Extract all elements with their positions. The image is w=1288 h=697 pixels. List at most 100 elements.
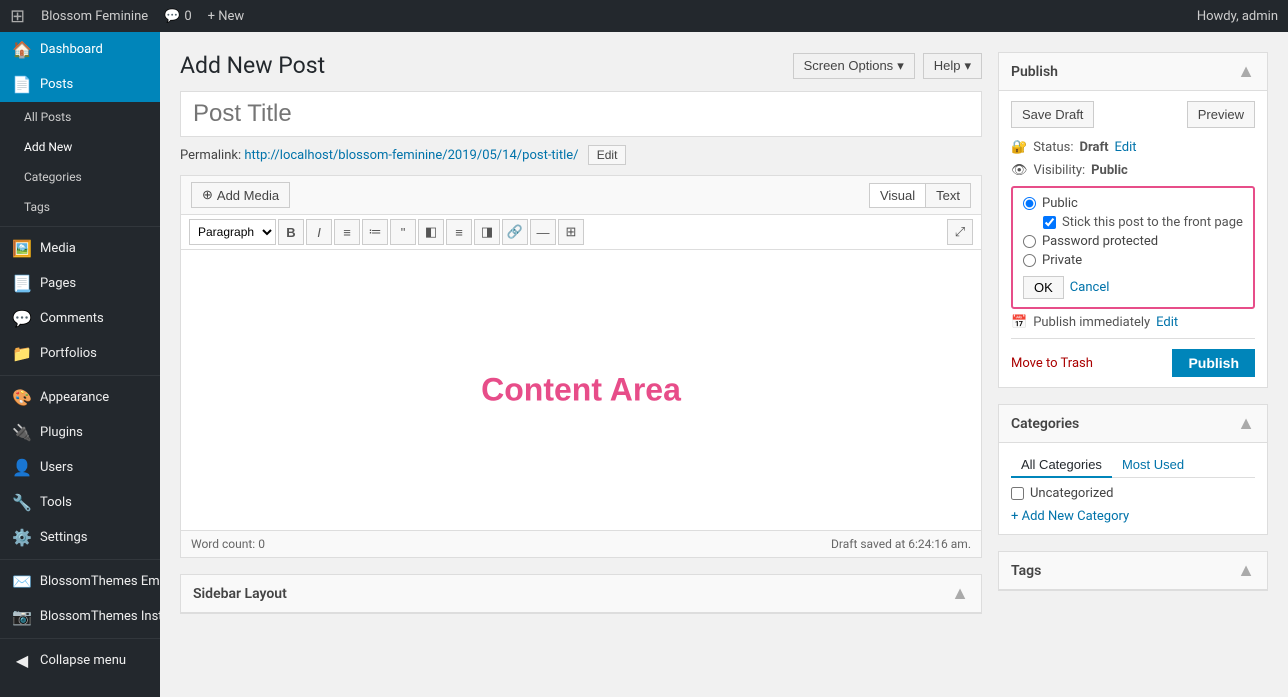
sidebar-item-collapse[interactable]: ◀ Collapse menu [0, 643, 160, 678]
stick-checkbox[interactable] [1043, 216, 1056, 229]
link-button[interactable]: 🔗 [502, 219, 528, 245]
publish-panel-title: Publish [1011, 64, 1058, 80]
uncategorized-checkbox[interactable] [1011, 487, 1024, 500]
new-content[interactable]: + New [208, 9, 245, 24]
publish-panel: Publish ▲ Save Draft Preview 🔐 Status: D… [998, 52, 1268, 388]
publish-toggle-icon: ▲ [1237, 61, 1255, 82]
ok-button[interactable]: OK [1023, 276, 1064, 299]
sidebar-item-posts[interactable]: 📄 Posts [0, 67, 160, 102]
text-mode-button[interactable]: Text [925, 183, 971, 208]
dashboard-icon: 🏠 [12, 40, 32, 59]
screen-options-button[interactable]: Screen Options ▾ [793, 53, 915, 79]
sidebar-item-plugins[interactable]: 🔌 Plugins [0, 415, 160, 450]
status-value: Draft [1080, 140, 1109, 155]
sidebar-item-media[interactable]: 🖼️ Media [0, 231, 160, 266]
visual-mode-button[interactable]: Visual [869, 183, 925, 208]
add-new-category-link[interactable]: + Add New Category [1011, 509, 1129, 524]
edit-permalink-button[interactable]: Edit [588, 145, 627, 165]
stick-checkbox-label: Stick this post to the front page [1062, 215, 1243, 230]
fullscreen-button[interactable]: ⤢ [947, 219, 973, 245]
sidebar-layout-header[interactable]: Sidebar Layout ▲ [181, 575, 981, 613]
status-edit-link[interactable]: Edit [1115, 140, 1137, 155]
media-icon: 🖼️ [12, 239, 32, 258]
cancel-link[interactable]: Cancel [1070, 280, 1110, 295]
categories-panel-header[interactable]: Categories ▲ [999, 405, 1267, 443]
permalink-url[interactable]: http://localhost/blossom-feminine/2019/0… [244, 148, 578, 163]
tags-panel-header[interactable]: Tags ▲ [999, 552, 1267, 590]
table-button[interactable]: ⊞ [558, 219, 584, 245]
categories-panel-title: Categories [1011, 416, 1079, 432]
unordered-list-button[interactable]: ≡ [334, 219, 360, 245]
paragraph-select[interactable]: Paragraph [189, 219, 276, 245]
tags-toggle-icon: ▲ [1237, 560, 1255, 581]
password-radio[interactable] [1023, 235, 1036, 248]
sidebar-label-tools: Tools [40, 495, 72, 510]
help-button[interactable]: Help ▾ [923, 53, 982, 79]
sidebar-item-add-new[interactable]: Add New [0, 132, 160, 162]
sidebar-item-users[interactable]: 👤 Users [0, 450, 160, 485]
add-media-icon: ⊕ [202, 187, 213, 203]
sidebar-item-portfolios[interactable]: 📁 Portfolios [0, 336, 160, 371]
editor-footer: Word count: 0 Draft saved at 6:24:16 am. [181, 530, 981, 557]
sidebar-item-dashboard[interactable]: 🏠 Dashboard [0, 32, 160, 67]
sidebar-label-blossom-email: BlossomThemes Email Newsletter [40, 574, 160, 589]
more-button[interactable]: — [530, 219, 556, 245]
publish-time-edit-link[interactable]: Edit [1156, 315, 1178, 330]
word-count-label: Word count: [191, 537, 255, 551]
editor-body[interactable]: Content Area [181, 250, 981, 530]
most-used-tab[interactable]: Most Used [1112, 453, 1194, 478]
add-media-label: Add Media [217, 188, 279, 203]
site-name-text: Blossom Feminine [41, 9, 148, 24]
sidebar-item-blossom-email[interactable]: ✉️ BlossomThemes Email Newsletter [0, 564, 160, 599]
editor-mode-buttons: Visual Text [869, 183, 971, 208]
help-label: Help [934, 58, 961, 73]
publish-button[interactable]: Publish [1172, 349, 1255, 377]
all-categories-tab[interactable]: All Categories [1011, 453, 1112, 478]
password-radio-label: Password protected [1042, 234, 1158, 249]
public-radio-label: Public [1042, 196, 1078, 211]
sidebar-item-pages[interactable]: 📃 Pages [0, 266, 160, 301]
preview-button[interactable]: Preview [1187, 101, 1255, 128]
permalink-bar: Permalink: http://localhost/blossom-femi… [180, 145, 982, 165]
ok-cancel-row: OK Cancel [1023, 276, 1243, 299]
publish-panel-header[interactable]: Publish ▲ [999, 53, 1267, 91]
sidebar-item-all-posts[interactable]: All Posts [0, 102, 160, 132]
sidebar-label-dashboard: Dashboard [40, 42, 103, 57]
sidebar-item-tags[interactable]: Tags [0, 192, 160, 222]
screen-options-label: Screen Options [804, 58, 894, 73]
italic-button[interactable]: I [306, 219, 332, 245]
permalink-label: Permalink: [180, 148, 241, 163]
comments-link[interactable]: 💬 0 [164, 9, 192, 24]
publish-top-row: Save Draft Preview [1011, 101, 1255, 128]
sidebar-item-settings[interactable]: ⚙️ Settings [0, 520, 160, 555]
visibility-icon: 👁 [1011, 163, 1028, 178]
save-draft-button[interactable]: Save Draft [1011, 101, 1094, 128]
move-to-trash-link[interactable]: Move to Trash [1011, 356, 1093, 371]
editor-wrapper: ⊕ Add Media Visual Text Paragraph B I ≡ [180, 175, 982, 558]
add-media-button[interactable]: ⊕ Add Media [191, 182, 290, 208]
tools-icon: 🔧 [12, 493, 32, 512]
header-buttons: Screen Options ▾ Help ▾ [793, 53, 982, 79]
site-name[interactable]: Blossom Feminine [41, 9, 148, 24]
content-area-label: Content Area [481, 372, 681, 409]
sidebar-item-blossom-instagram[interactable]: 📷 BlossomThemes Instagram Feed [0, 599, 160, 634]
collapse-icon: ◀ [12, 651, 32, 670]
categories-toggle-icon: ▲ [1237, 413, 1255, 434]
stick-checkbox-row: Stick this post to the front page [1043, 215, 1243, 230]
sidebar-item-comments[interactable]: 💬 Comments [0, 301, 160, 336]
align-right-button[interactable]: ◨ [474, 219, 500, 245]
align-left-button[interactable]: ◧ [418, 219, 444, 245]
sidebar-item-categories[interactable]: Categories [0, 162, 160, 192]
ordered-list-button[interactable]: ≔ [362, 219, 388, 245]
sidebar-item-appearance[interactable]: 🎨 Appearance [0, 380, 160, 415]
align-center-button[interactable]: ≡ [446, 219, 472, 245]
private-radio-row: Private [1023, 253, 1243, 268]
sidebar-item-tools[interactable]: 🔧 Tools [0, 485, 160, 520]
publish-immediately-label: Publish immediately [1033, 315, 1150, 330]
sidebar-layout-metabox: Sidebar Layout ▲ [180, 574, 982, 614]
blockquote-button[interactable]: " [390, 219, 416, 245]
private-radio[interactable] [1023, 254, 1036, 267]
public-radio[interactable] [1023, 197, 1036, 210]
bold-button[interactable]: B [278, 219, 304, 245]
post-title-input[interactable] [180, 91, 982, 137]
